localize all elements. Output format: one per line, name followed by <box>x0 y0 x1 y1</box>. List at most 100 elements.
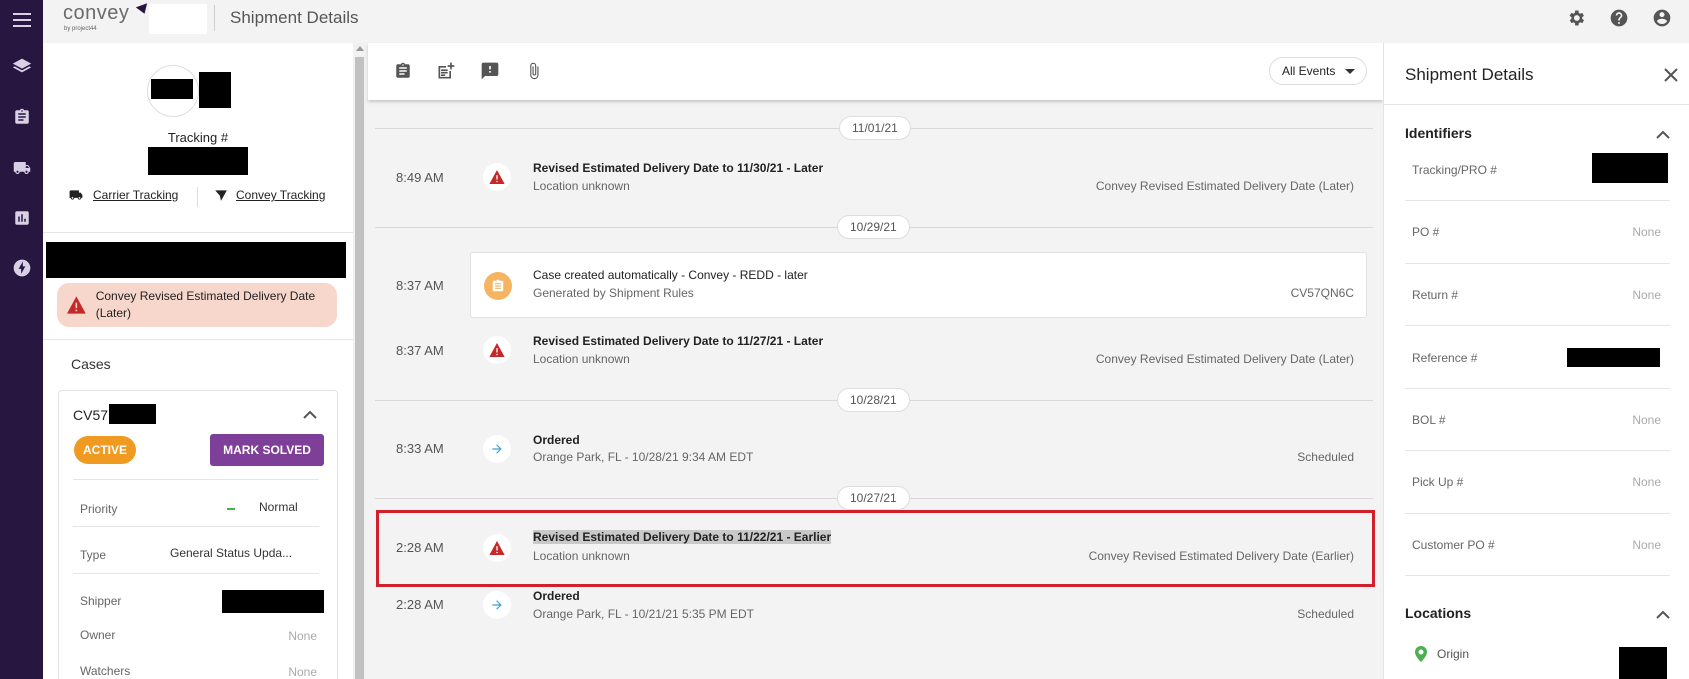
convey-tracking-label: Convey Tracking <box>236 188 326 202</box>
brand-name: convey <box>63 2 130 24</box>
watchers-value[interactable]: None <box>288 665 317 679</box>
event-status: Scheduled <box>1297 607 1354 621</box>
close-icon[interactable] <box>1661 65 1681 85</box>
arrow-right-icon <box>483 591 511 619</box>
locations-title: Locations <box>1405 605 1472 621</box>
warning-icon <box>483 336 511 364</box>
case-id: CV57 <box>73 407 109 423</box>
carrier-tracking-label: Carrier Tracking <box>93 188 179 202</box>
mark-solved-button[interactable]: MARK SOLVED <box>210 434 324 466</box>
customer-po-label: Customer PO # <box>1412 538 1495 552</box>
shipment-details-panel: Shipment Details Identifiers Tracking/PR… <box>1383 43 1689 679</box>
cases-title: Cases <box>71 356 111 372</box>
return-label: Return # <box>1412 288 1459 302</box>
event-location: Orange Park, FL - 10/28/21 9:34 AM EDT <box>533 450 754 464</box>
clipboard-icon[interactable] <box>392 60 414 82</box>
divider <box>1405 388 1670 389</box>
caret-down-icon <box>1345 69 1355 74</box>
divider <box>1405 513 1670 514</box>
divider <box>43 232 353 233</box>
top-bar: convey by project44 Shipment Details <box>43 0 1689 36</box>
return-value: None <box>1632 288 1661 302</box>
event-time: 8:37 AM <box>396 343 444 358</box>
event-title: Case created automatically - Convey - RE… <box>533 268 808 282</box>
divider <box>1405 263 1670 264</box>
menu-icon[interactable] <box>0 0 43 40</box>
priority-value[interactable]: Normal <box>259 500 298 514</box>
chevron-up-icon[interactable] <box>303 407 317 425</box>
scrollbar-thumb[interactable] <box>355 57 364 679</box>
event-filter-select[interactable]: All Events <box>1269 57 1367 85</box>
divider <box>73 573 319 574</box>
warning-icon <box>67 296 86 314</box>
tracking-label: Tracking # <box>167 130 229 145</box>
exception-alert: Convey Revised Estimated Delivery Date (… <box>57 283 337 327</box>
pickup-value: None <box>1632 475 1661 489</box>
redacted-shipper <box>222 590 324 613</box>
link-separator <box>197 187 198 207</box>
bol-value: None <box>1632 413 1661 427</box>
redacted-address <box>46 242 346 278</box>
type-label: Type <box>80 548 107 562</box>
event-time: 2:28 AM <box>396 597 444 612</box>
panel-title: Shipment Details <box>1405 65 1534 84</box>
chart-icon[interactable] <box>0 198 43 238</box>
page-title: Shipment Details <box>230 8 359 27</box>
event-time: 8:49 AM <box>396 170 444 185</box>
redacted-tracking-pro <box>1592 153 1668 183</box>
event-title: Revised Estimated Delivery Date to 11/27… <box>533 334 824 348</box>
convey-arrow-icon <box>215 190 227 201</box>
left-rail <box>0 0 43 679</box>
identifiers-title: Identifiers <box>1405 125 1472 141</box>
divider <box>73 479 319 480</box>
divider <box>1384 104 1689 105</box>
case-id-link[interactable]: CV57QN6C <box>1291 286 1354 300</box>
event-location: Location unknown <box>533 179 630 193</box>
case-event-card[interactable] <box>470 252 1367 318</box>
clipboard-icon[interactable] <box>0 97 43 137</box>
scroll-up-arrow[interactable] <box>356 46 364 51</box>
warning-icon <box>483 534 511 562</box>
owner-label: Owner <box>80 628 116 642</box>
case-icon <box>484 272 512 300</box>
help-icon[interactable] <box>1607 6 1631 30</box>
convey-logo[interactable]: convey by project44 <box>63 2 151 32</box>
date-pill: 10/28/21 <box>837 388 910 412</box>
event-time: 8:37 AM <box>396 278 444 293</box>
exception-alert-text: Convey Revised Estimated Delivery Date (… <box>95 289 316 320</box>
priority-indicator <box>227 508 235 510</box>
type-value[interactable]: General Status Upda... <box>170 546 292 560</box>
shipment-summary-panel: Tracking # Carrier Tracking Convey Track… <box>43 43 353 679</box>
bolt-icon[interactable] <box>0 248 43 288</box>
location-pin-icon <box>1415 646 1427 662</box>
add-note-icon[interactable] <box>435 60 457 82</box>
exception-icon[interactable] <box>479 60 501 82</box>
customer-po-value: None <box>1632 538 1661 552</box>
truck-icon[interactable] <box>0 148 43 188</box>
chevron-up-icon[interactable] <box>1656 127 1670 145</box>
gear-icon[interactable] <box>1564 6 1588 30</box>
carrier-tracking-link[interactable]: Carrier Tracking <box>67 188 178 202</box>
event-time: 8:33 AM <box>396 441 444 456</box>
watchers-label: Watchers <box>80 664 131 678</box>
attachment-icon[interactable] <box>523 60 545 82</box>
owner-value[interactable]: None <box>288 629 317 643</box>
tracking-pro-label: Tracking/PRO # <box>1412 163 1497 177</box>
date-pill: 10/29/21 <box>837 215 910 239</box>
chevron-up-icon[interactable] <box>1656 607 1670 625</box>
priority-label: Priority <box>80 502 118 516</box>
event-time: 2:28 AM <box>396 540 444 555</box>
event-source: Convey Revised Estimated Delivery Date (… <box>1095 179 1354 193</box>
bol-label: BOL # <box>1412 413 1446 427</box>
po-value: None <box>1632 225 1661 239</box>
truck-icon <box>69 190 83 200</box>
divider <box>43 339 353 340</box>
event-location: Orange Park, FL - 10/21/21 5:35 PM EDT <box>533 607 754 621</box>
account-icon[interactable] <box>1650 6 1674 30</box>
layers-icon[interactable] <box>0 47 43 87</box>
topbar-divider <box>214 5 215 31</box>
event-location: Location unknown <box>533 549 630 563</box>
convey-tracking-link[interactable]: Convey Tracking <box>214 188 325 202</box>
po-label: PO # <box>1412 225 1440 239</box>
origin-location[interactable]: Origin <box>1415 646 1469 662</box>
